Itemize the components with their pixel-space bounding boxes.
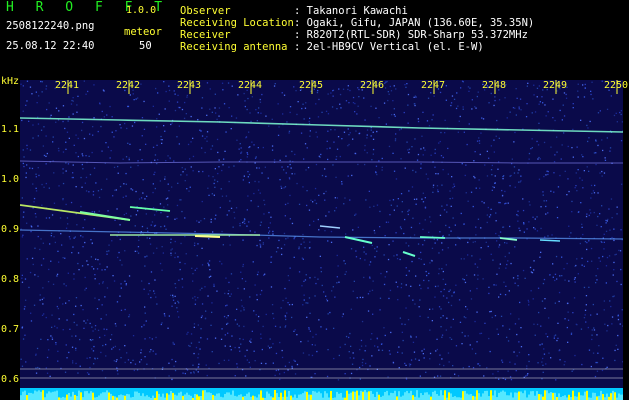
file-datetime: 25.08.12 22:40 [6,40,95,52]
info-key-antenna: Receiving antenna [180,41,288,53]
app-version: 1.0.0 [126,5,157,16]
x-tick-2245: 2245 [299,80,324,91]
file-name: 2508122240.png [6,20,95,32]
y-tick-0-7: 0.7 [1,324,20,335]
meteor-echo [419,236,446,239]
y-tick-0-8: 0.8 [1,274,20,285]
x-tick-2249: 2249 [543,80,568,91]
frequency-axis: kHz 1.1 1.0 0.9 0.8 0.7 0.6 [0,76,20,400]
spectrogram [20,80,623,400]
info-value-antenna: : 2el-HB9CV Vertical (el. E-W) [294,41,484,53]
meteor-label: meteor [124,26,162,38]
header-panel: H R O F F T 1.0.0 2508122240.png 25.08.1… [0,0,629,78]
info-value-observer: : Takanori Kawachi [294,5,408,17]
info-value-location: : Ogaki, Gifu, JAPAN (136.60E, 35.35N) [294,17,535,29]
frequency-unit: kHz [1,76,20,87]
meteor-count: 50 [139,40,152,52]
x-tick-2243: 2243 [177,80,202,91]
meteor-echo [539,239,561,242]
x-tick-2246: 2246 [360,80,385,91]
info-key-location: Receiving Location [180,17,294,29]
info-key-observer: Observer [180,5,231,17]
y-tick-1-1: 1.1 [1,124,20,135]
y-tick-0-9: 0.9 [1,224,20,235]
y-tick-0-6: 0.6 [1,374,20,385]
x-tick-2244: 2244 [238,80,263,91]
x-tick-2247: 2247 [421,80,446,91]
x-tick-2250: 2250 [604,80,629,91]
x-tick-2241: 2241 [55,80,80,91]
info-value-receiver: : R820T2(RTL-SDR) SDR-Sharp 53.372MHz [294,29,528,41]
spectrogram-background [20,80,623,400]
y-tick-1-0: 1.0 [1,174,20,185]
meteor-echo [194,235,221,238]
info-key-receiver: Receiver [180,29,231,41]
x-tick-2248: 2248 [482,80,507,91]
x-tick-2242: 2242 [116,80,141,91]
